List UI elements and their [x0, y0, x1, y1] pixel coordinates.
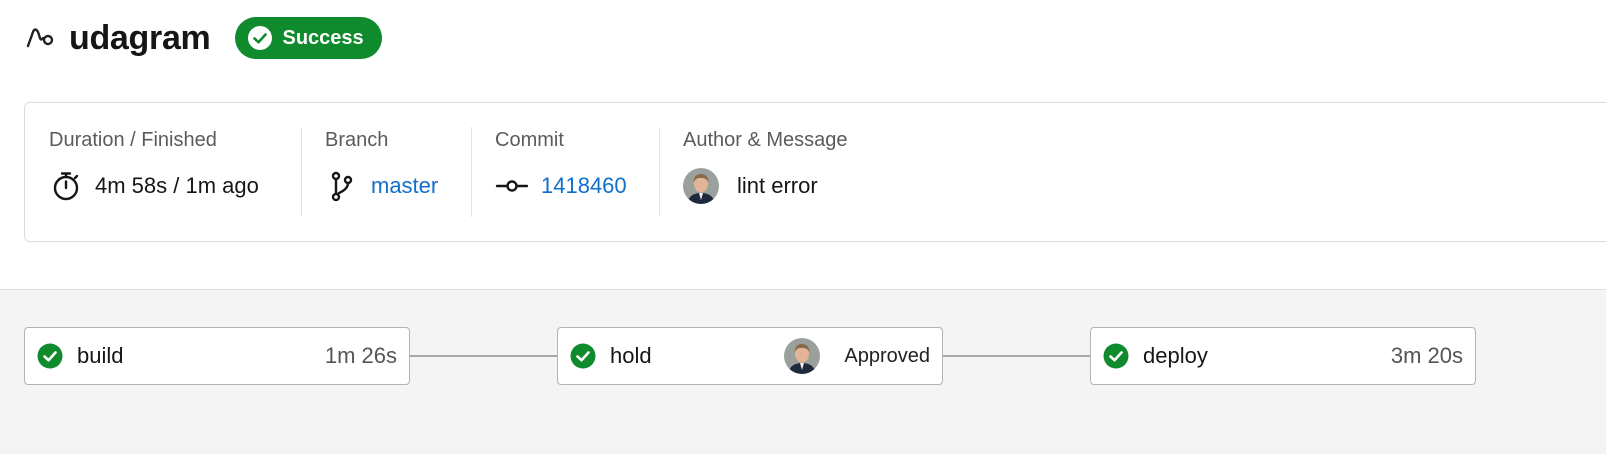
- author-value-row: lint error: [683, 168, 1035, 204]
- duration-section: Duration / Finished 4m 58s / 1m ago: [25, 103, 301, 241]
- branch-label: Branch: [325, 129, 389, 151]
- branch-link[interactable]: master: [371, 173, 438, 199]
- job-connector: [410, 355, 558, 357]
- branch-value-row: master: [325, 168, 447, 204]
- commit-message[interactable]: lint error: [737, 173, 818, 199]
- commit-value-row: 1418460: [495, 168, 635, 204]
- commit-icon: [495, 169, 529, 203]
- page-header: udagram Success: [25, 16, 382, 60]
- page-title: udagram: [69, 18, 211, 57]
- avatar[interactable]: [683, 168, 719, 204]
- job-connector: [943, 355, 1091, 357]
- job-duration: 1m 26s: [324, 343, 397, 368]
- check-circle-icon: [247, 25, 273, 51]
- job-name: hold: [610, 343, 652, 368]
- approval-status: Approved: [844, 344, 930, 367]
- status-badge: Success: [234, 17, 382, 59]
- author-section: Author & Message lint error: [659, 103, 1059, 241]
- duration-value: 4m 58s / 1m ago: [95, 173, 259, 198]
- job-build[interactable]: build 1m 26s: [24, 327, 410, 385]
- duration-label: Duration / Finished: [49, 129, 217, 151]
- branch-icon: [325, 169, 359, 203]
- job-name: build: [77, 343, 124, 368]
- commit-label: Commit: [495, 129, 564, 151]
- author-label: Author & Message: [683, 129, 848, 151]
- job-deploy[interactable]: deploy 3m 20s: [1090, 327, 1476, 385]
- stopwatch-icon: [49, 169, 83, 203]
- status-badge-label: Success: [282, 26, 364, 49]
- job-duration: 3m 20s: [1390, 343, 1463, 368]
- job-hold[interactable]: hold Approved: [557, 327, 943, 385]
- branch-section: Branch master: [301, 103, 471, 241]
- duration-value-row: 4m 58s / 1m ago: [49, 168, 277, 204]
- success-check-icon: [37, 343, 63, 369]
- approver-avatar: [784, 338, 821, 374]
- job-name: deploy: [1143, 343, 1208, 368]
- success-check-icon: [1103, 343, 1129, 369]
- success-check-icon: [570, 343, 596, 369]
- workflow-graph: build 1m 26s hold Approved deploy 3m 20s: [0, 290, 1606, 454]
- pipeline-info-panel: Duration / Finished 4m 58s / 1m ago Bran…: [24, 102, 1606, 242]
- commit-link[interactable]: 1418460: [541, 173, 627, 199]
- commit-section: Commit 1418460: [471, 103, 659, 241]
- pipeline-icon: [25, 22, 57, 54]
